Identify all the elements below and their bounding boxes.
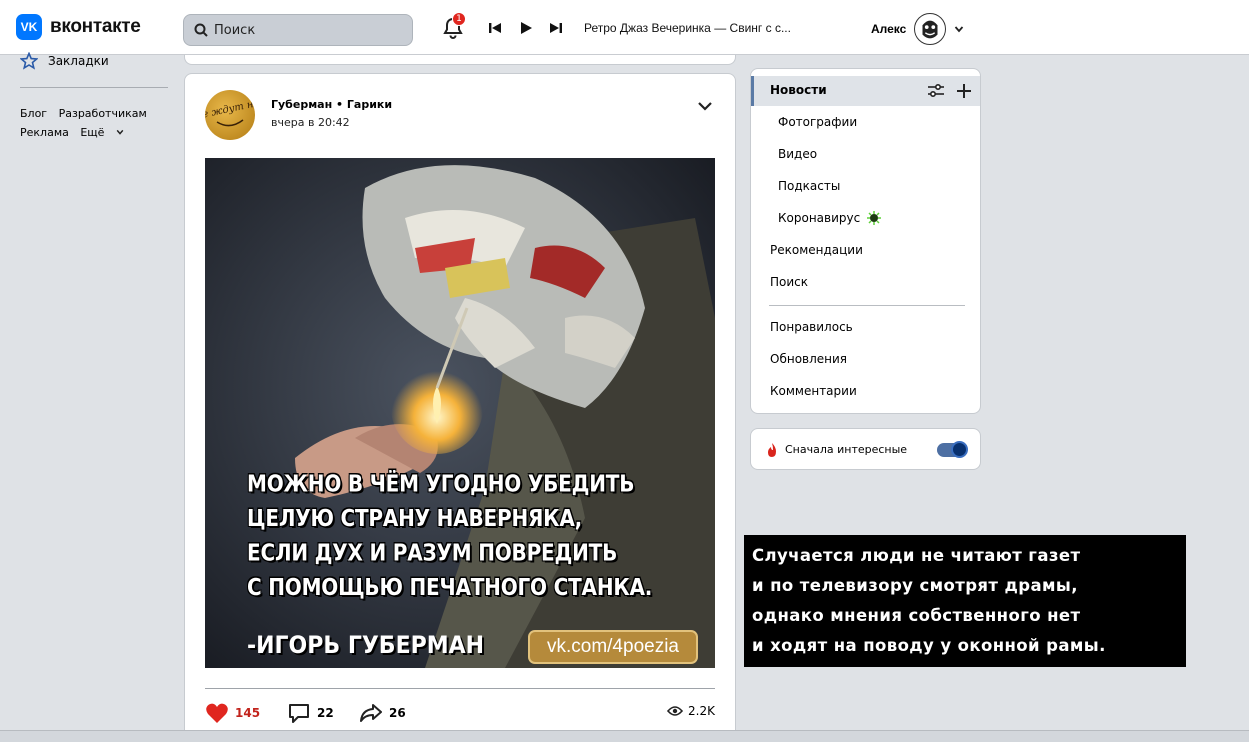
shares-count: 26 (389, 706, 406, 720)
feed-item-photos[interactable]: Фотографии (778, 115, 857, 129)
quote-line: С ПОМОЩЬЮ ПЕЧАТНОГО СТАНКА. (247, 572, 653, 601)
quote-line: ЦЕЛУЮ СТРАНУ НАВЕРНЯКА, (247, 503, 583, 532)
likes-count: 145 (235, 706, 261, 720)
post-actions: 145 22 26 2.2K (205, 702, 715, 726)
next-track-icon[interactable] (548, 20, 564, 36)
fire-icon (768, 443, 776, 457)
feed-menu-divider (769, 305, 965, 306)
post-image[interactable]: МОЖНО В ЧЁМ УГОДНО УБЕДИТЬ ЦЕЛУЮ СТРАНУ … (205, 158, 715, 668)
virus-icon (867, 211, 881, 225)
notifications-badge: 1 (452, 12, 466, 26)
chevron-down-icon (955, 26, 964, 33)
footer-link-more[interactable]: Ещё (80, 126, 124, 139)
interesting-first-label: Сначала интересные (785, 443, 908, 456)
share-icon (360, 704, 382, 722)
comments-count: 22 (317, 706, 334, 720)
post-timestamp[interactable]: вчера в 20:42 (271, 116, 350, 129)
sidebar-divider (20, 87, 168, 88)
views-counter: 2.2K (667, 704, 715, 718)
views-count: 2.2K (688, 704, 715, 718)
post-divider (205, 688, 715, 689)
sidebar-item-bookmarks[interactable]: Закладки (20, 52, 109, 70)
comment-icon (289, 704, 309, 723)
search-input[interactable] (214, 22, 394, 38)
interesting-first-toggle[interactable] (937, 441, 968, 458)
play-icon[interactable] (518, 20, 534, 36)
feed-item-coronavirus[interactable]: Коронавирус (778, 211, 860, 225)
interesting-first-toggle-row[interactable]: Сначала интересные (750, 428, 981, 470)
post-author-name[interactable]: Губерман • Гарики (271, 98, 392, 111)
poem-line: однако мнения собственного нет (752, 606, 1081, 625)
eye-icon (667, 706, 684, 716)
sidebar-item-label: Закладки (48, 54, 109, 68)
svg-text:Не ждут ни!: Не ждут ни! (205, 97, 255, 123)
plus-icon[interactable] (955, 82, 973, 100)
feed-item-updates[interactable]: Обновления (770, 352, 847, 366)
feed-item-recommendations[interactable]: Рекомендации (770, 243, 863, 257)
bottom-edge (0, 730, 1249, 742)
author-avatar-image: Не ждут ни! (205, 97, 255, 127)
now-playing-track[interactable]: Ретро Джаз Вечеринка — Свинг с с... (584, 21, 791, 35)
chevron-down-icon (116, 129, 124, 135)
search-box[interactable] (183, 14, 413, 46)
feed-item-search[interactable]: Поиск (770, 275, 808, 289)
footer-link-more-label: Ещё (80, 126, 105, 139)
heart-icon (206, 703, 228, 723)
footer-link-ads[interactable]: Реклама (20, 126, 69, 139)
star-icon (20, 52, 38, 70)
poem-line: Случается люди не читают газет (752, 546, 1081, 565)
post-quote-text: МОЖНО В ЧЁМ УГОДНО УБЕДИТЬ ЦЕЛУЮ СТРАНУ … (247, 466, 652, 604)
search-icon (194, 23, 208, 37)
share-button[interactable]: 26 (359, 702, 406, 724)
quote-author: -ИГОРЬ ГУБЕРМАН (247, 632, 485, 660)
poem-line: и ходят на поводу у оконной рамы. (752, 636, 1106, 655)
toggle-knob (951, 441, 968, 458)
vk-logo[interactable]: VK вконтакте (16, 14, 141, 40)
like-button[interactable]: 145 (205, 702, 260, 724)
comment-button[interactable]: 22 (287, 702, 334, 724)
quote-line: ЕСЛИ ДУХ И РАЗУМ ПОВРЕДИТЬ (247, 538, 618, 567)
user-avatar (914, 13, 947, 45)
feed-item-podcasts[interactable]: Подкасты (778, 179, 840, 193)
top-bar: VK вконтакте 1 Ретро Джаз Вечеринка — Св… (0, 0, 1249, 55)
previous-track-icon[interactable] (487, 20, 503, 36)
post-author-avatar[interactable]: Не ждут ни! (205, 90, 255, 140)
previous-post-edge (184, 55, 736, 65)
footer-link-developers[interactable]: Разработчикам (59, 107, 147, 120)
feed-menu: Новости Фотографии Видео Подкасты Корона… (750, 68, 981, 414)
user-menu[interactable]: Алекс (871, 13, 964, 45)
feed-post: Не ждут ни! Губерман • Гарики вчера в 20… (184, 73, 736, 742)
user-name: Алекс (871, 22, 907, 36)
sidebar-footer-links: Блог Разработчикам Реклама Ещё (20, 104, 180, 142)
feed-item-liked[interactable]: Понравилось (770, 320, 853, 334)
vk-logo-mark: VK (16, 14, 42, 40)
poem-overlay: Случается люди не читают газет и по теле… (744, 535, 1186, 667)
filter-settings-icon[interactable] (927, 83, 945, 99)
post-options-chevron-icon[interactable] (697, 100, 713, 112)
source-badge: vk.com/4poezia (528, 630, 698, 664)
vk-logo-text: вконтакте (50, 16, 141, 37)
feed-item-video[interactable]: Видео (778, 147, 817, 161)
feed-item-news[interactable]: Новости (770, 83, 827, 97)
footer-link-blog[interactable]: Блог (20, 107, 47, 120)
feed-item-comments[interactable]: Комментарии (770, 384, 857, 398)
poem-line: и по телевизору смотрят драмы, (752, 576, 1078, 595)
quote-line: МОЖНО В ЧЁМ УГОДНО УБЕДИТЬ (247, 469, 635, 498)
